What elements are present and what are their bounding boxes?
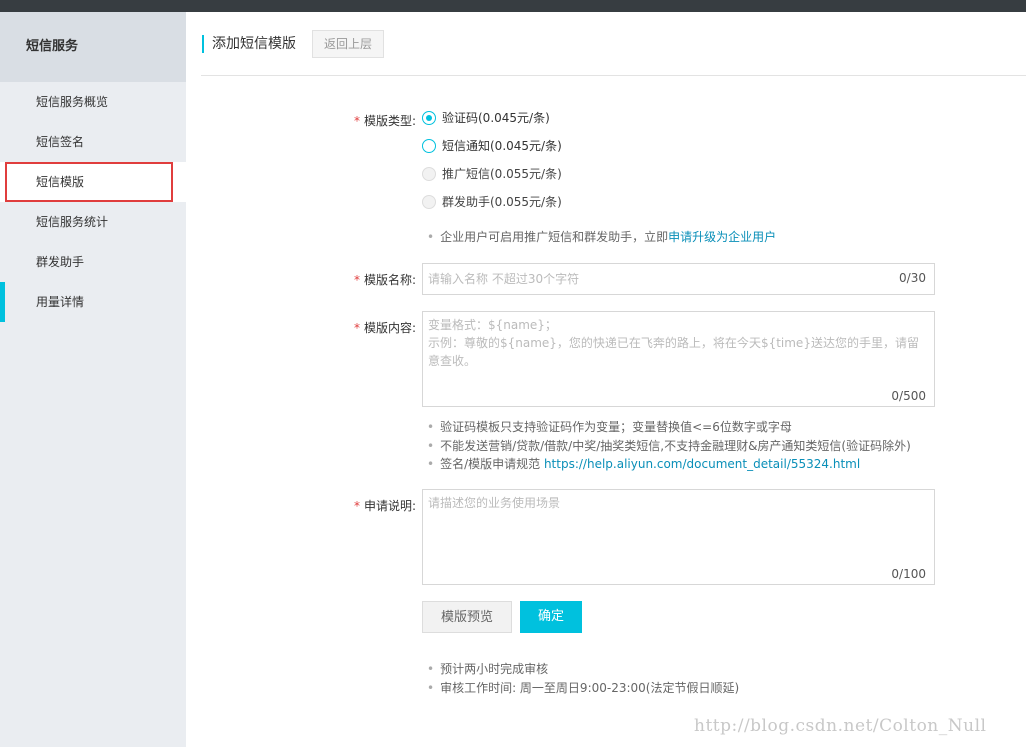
name-label: * 模版名称: xyxy=(353,273,416,287)
sidebar-item-statistics[interactable]: 短信服务统计 xyxy=(0,202,186,242)
template-content-textarea[interactable]: 变量格式：${name}； 示例：尊敬的${name}，您的快递已在飞奔的路上，… xyxy=(422,311,935,407)
desc-label: * 申请说明: xyxy=(353,499,416,513)
name-char-counter: 0/30 xyxy=(899,271,926,285)
review-note-duration: • 预计两小时完成审核 xyxy=(427,662,549,676)
content-placeholder: 变量格式：${name}； 示例：尊敬的${name}，您的快递已在飞奔的路上，… xyxy=(428,318,919,368)
desc-char-counter: 0/100 xyxy=(891,567,926,581)
header-divider xyxy=(201,75,1026,76)
radio-checked-icon xyxy=(422,110,436,125)
sidebar-item-overview[interactable]: 短信服务概览 xyxy=(0,82,186,122)
sidebar-highlight-box xyxy=(5,162,173,202)
title-accent-bar xyxy=(202,35,204,53)
content-label: * 模版内容: xyxy=(353,321,416,335)
sidebar: 短信服务 短信服务概览 短信签名 短信模版 短信服务统计 群发助手 用量详情 xyxy=(0,12,186,747)
content-hint-restriction: • 不能发送营销/贷款/借款/中奖/抽奖类短信,不支持金融理财&房产通知类短信(验… xyxy=(427,439,911,453)
sidebar-accent-marker xyxy=(0,282,5,322)
sidebar-item-usage[interactable]: 用量详情 xyxy=(0,282,186,322)
watermark-text: http://blog.csdn.net/Colton_Null xyxy=(694,716,987,736)
radio-notification[interactable]: 短信通知(0.045元/条) xyxy=(422,137,562,155)
main-content: 添加短信模版 返回上层 * 模版类型: 验证码(0.045元/条) 短信通知(0.… xyxy=(186,12,1026,747)
type-hint: • 企业用户可启用推广短信和群发助手，立即申请升级为企业用户 xyxy=(427,230,777,244)
content-hint-spec: • 签名/模版申请规范 https://help.aliyun.com/docum… xyxy=(427,457,861,471)
radio-disabled-icon xyxy=(422,166,436,181)
page-title: 添加短信模版 xyxy=(212,36,296,52)
top-bar xyxy=(0,0,1026,12)
spec-doc-link[interactable]: https://help.aliyun.com/document_detail/… xyxy=(544,457,860,471)
desc-placeholder: 请描述您的业务使用场景 xyxy=(428,496,561,510)
upgrade-enterprise-link[interactable]: 申请升级为企业用户 xyxy=(668,230,776,244)
confirm-button[interactable]: 确定 xyxy=(520,601,582,633)
sidebar-title: 短信服务 xyxy=(0,12,186,82)
back-button[interactable]: 返回上层 xyxy=(312,30,384,58)
radio-promotion: 推广短信(0.055元/条) xyxy=(422,165,562,183)
radio-disabled-icon xyxy=(422,194,436,209)
application-description-textarea[interactable]: 请描述您的业务使用场景 0/100 xyxy=(422,489,935,585)
radio-bulk-assistant: 群发助手(0.055元/条) xyxy=(422,193,562,211)
template-name-input[interactable]: 请输入名称 不超过30个字符 0/30 xyxy=(422,263,935,295)
sidebar-item-bulk-assistant[interactable]: 群发助手 xyxy=(0,242,186,282)
template-preview-button[interactable]: 模版预览 xyxy=(422,601,512,633)
content-hint-variable: • 验证码模板只支持验证码作为变量；变量替换值<=6位数字或字母 xyxy=(427,420,792,434)
sidebar-item-signature[interactable]: 短信签名 xyxy=(0,122,186,162)
type-label: * 模版类型: xyxy=(353,114,416,128)
content-char-counter: 0/500 xyxy=(891,389,926,403)
radio-verification-code[interactable]: 验证码(0.045元/条) xyxy=(422,109,550,127)
review-note-hours: • 审核工作时间: 周一至周日9:00-23:00(法定节假日顺延) xyxy=(427,681,740,695)
name-placeholder: 请输入名称 不超过30个字符 xyxy=(428,272,580,286)
radio-empty-icon xyxy=(422,138,436,153)
